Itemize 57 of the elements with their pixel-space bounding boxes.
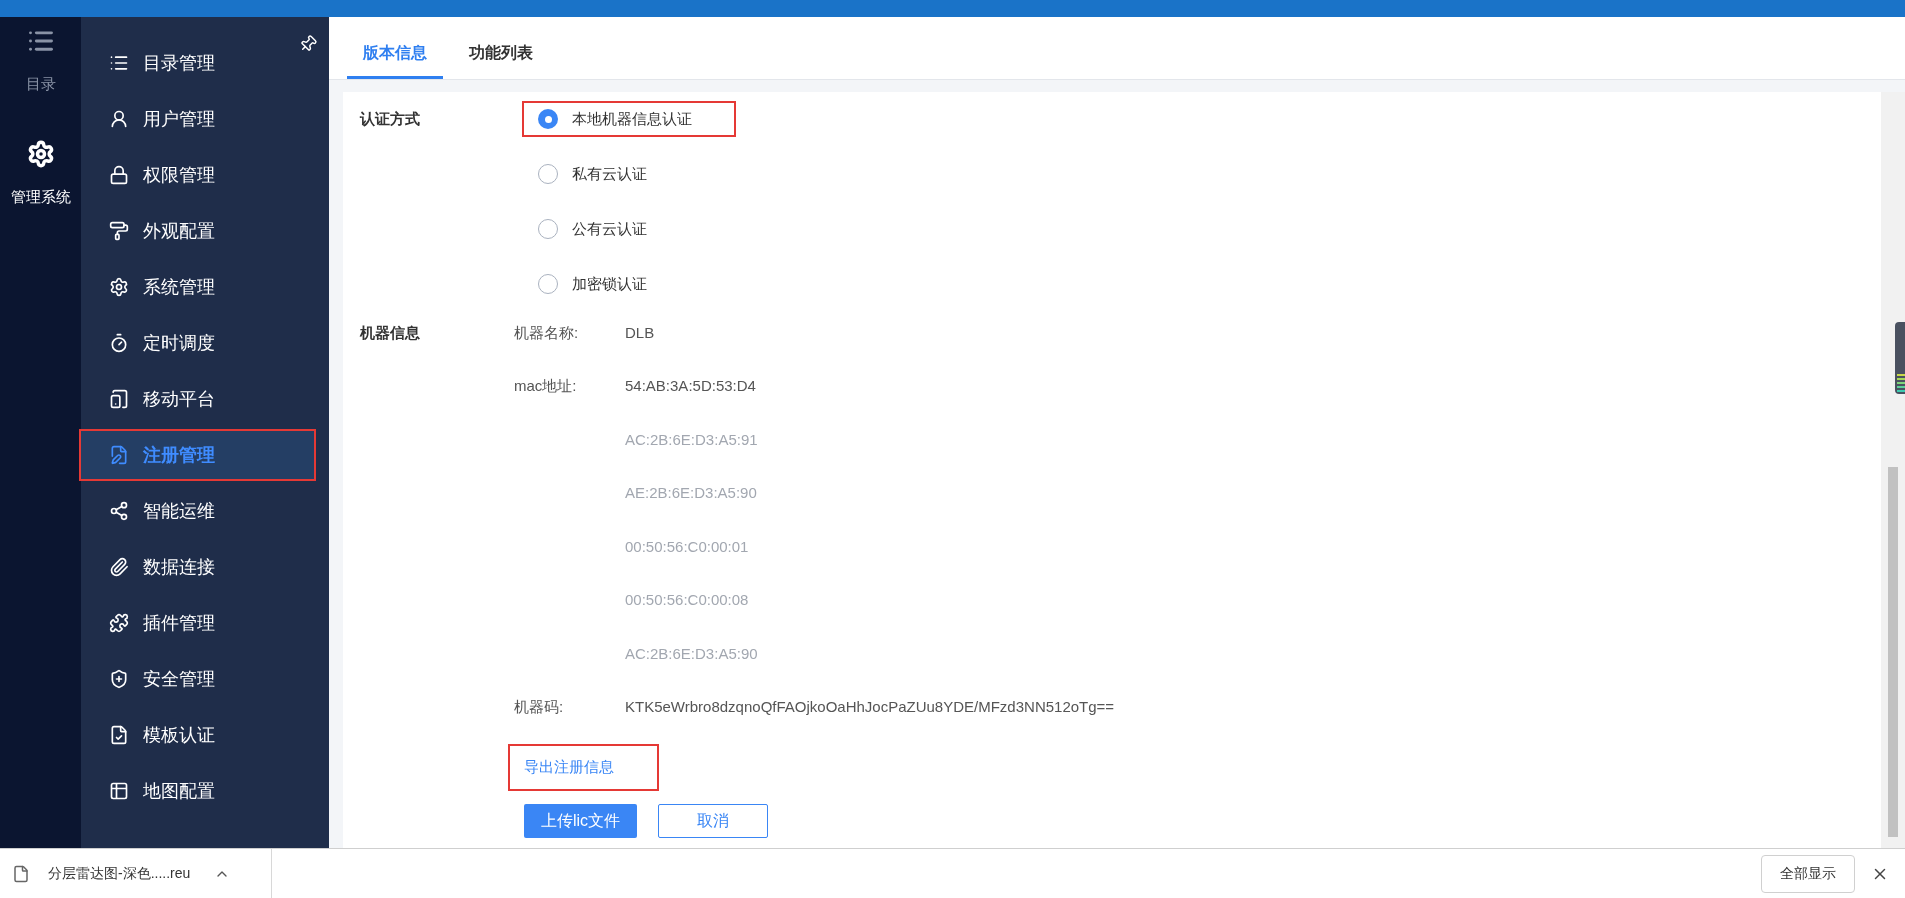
tab[interactable]: 功能列表 [453, 29, 549, 79]
show-all-button[interactable]: 全部显示 [1761, 854, 1855, 893]
lock-icon [109, 165, 129, 185]
mac-address: AC:2B:6E:D3:A5:90 [625, 643, 758, 664]
info-label: 机器名称: [514, 323, 580, 343]
mac-address: 54:AB:3A:5D:53:D4 [625, 376, 757, 396]
shield-icon [109, 669, 129, 689]
mac-address: 00:50:56:C0:00:08 [625, 590, 750, 610]
menu-item[interactable]: 数据连接 [81, 543, 314, 591]
timer-icon [109, 333, 129, 353]
menu-item[interactable]: 外观配置 [81, 207, 314, 255]
info-value: KTK5eWrbro8dzqnoQfFAOjkoOaHhJocPaZUu8YDE/MFzd3NN512oTg== [625, 697, 1115, 717]
download-file-name[interactable]: 分层雷达图-深色.....reu [48, 863, 191, 884]
file-icon [12, 864, 30, 883]
menu-item[interactable]: 安全管理 [81, 655, 314, 703]
map-icon [109, 781, 129, 801]
info-label: 机器码: [514, 697, 565, 717]
puzzle-icon [109, 613, 129, 633]
upload-button[interactable]: 上传lic文件 [524, 803, 637, 838]
info-label: mac地址: [514, 376, 578, 396]
field-label: 认证方式 [360, 109, 421, 129]
radio-option[interactable]: 本地机器信息认证 [524, 103, 734, 135]
export-link[interactable]: 导出注册信息 [510, 746, 657, 789]
menu-item[interactable]: 目录管理 [81, 39, 314, 87]
menu-item[interactable]: 权限管理 [81, 151, 314, 199]
radio-option[interactable]: 私有云认证 [524, 158, 734, 190]
menu-item[interactable]: 地图配置 [81, 767, 314, 815]
network-icon [109, 501, 129, 521]
gear-icon [26, 139, 55, 168]
rail-item[interactable]: 目录 [25, 27, 56, 96]
gear-icon [109, 277, 129, 297]
mac-address: AC:2B:6E:D3:A5:91 [625, 429, 758, 450]
level-meter-icon [1895, 322, 1905, 394]
tablet-icon [109, 389, 129, 409]
radio-icon [538, 109, 558, 129]
paint-roller-icon [109, 221, 129, 241]
cancel-button[interactable]: 取消 [658, 803, 768, 838]
mac-address: 00:50:56:C0:00:01 [625, 536, 750, 557]
document-pen-icon [109, 445, 129, 465]
document-icon [109, 725, 129, 745]
mac-address: AE:2B:6E:D3:A5:90 [625, 483, 758, 503]
menu-item[interactable]: 智能运维 [81, 487, 314, 535]
radio-option[interactable]: 公有云认证 [524, 213, 734, 245]
menu-item[interactable]: 定时调度 [81, 319, 314, 367]
menu-item[interactable]: 用户管理 [81, 95, 314, 143]
radio-option[interactable]: 加密锁认证 [524, 268, 734, 300]
rail-item[interactable]: 管理系统 [10, 139, 71, 208]
info-value: DLB [625, 323, 655, 343]
menu-item[interactable]: 插件管理 [81, 599, 314, 647]
menu-item[interactable]: 移动平台 [81, 375, 314, 423]
user-icon [109, 109, 129, 129]
menu-item[interactable]: 模板认证 [81, 711, 314, 759]
field-label: 机器信息 [360, 323, 421, 343]
paperclip-icon [109, 557, 129, 577]
menu-item[interactable]: 系统管理 [81, 263, 314, 311]
tab[interactable]: 版本信息 [347, 29, 443, 79]
list-icon [109, 53, 129, 73]
